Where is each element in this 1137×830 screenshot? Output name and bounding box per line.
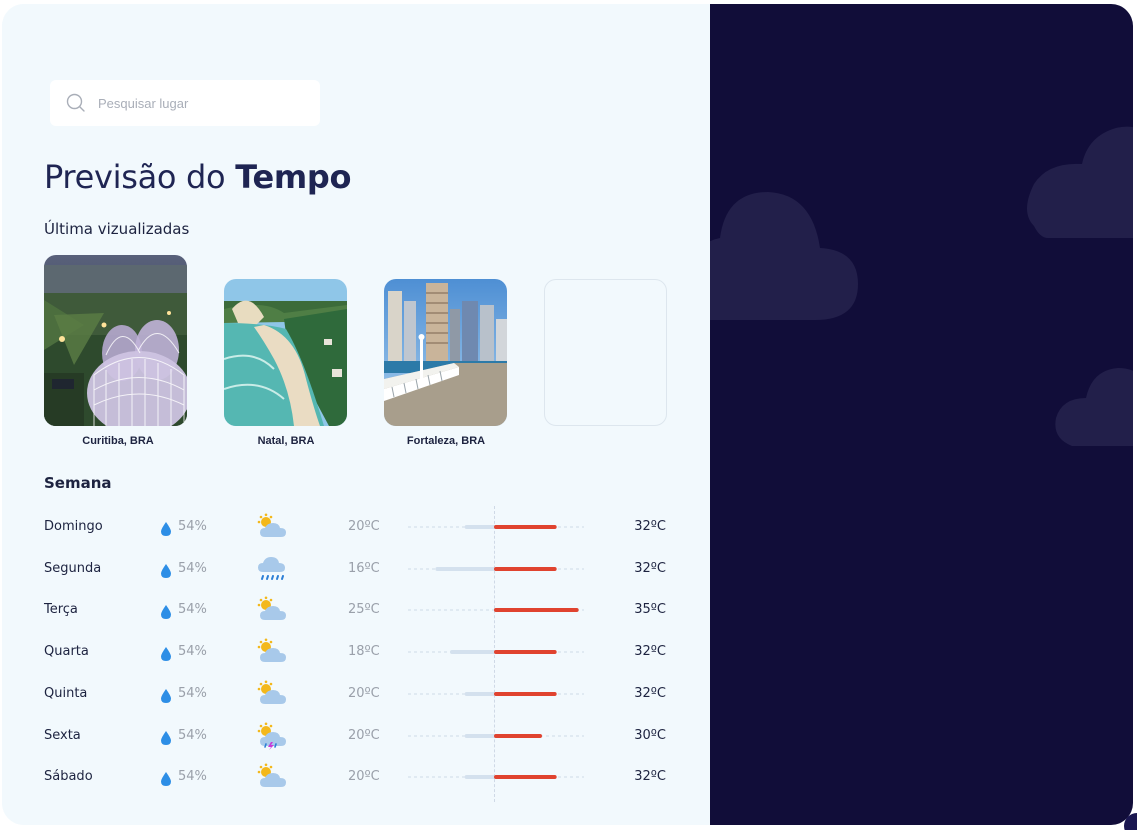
city-label-natal: Natal, BRA [257, 435, 315, 447]
rain-cloud-icon [258, 556, 285, 580]
min-temperature: 20ºC [348, 769, 380, 785]
city-label-fortaleza: Fortaleza, BRA [406, 435, 486, 447]
cloud-icon [1055, 368, 1133, 446]
fortaleza-photo [384, 279, 507, 426]
water-drop-icon [161, 522, 171, 536]
humidity-value: 54% [178, 769, 207, 785]
max-temperature: 32ºC [634, 519, 666, 534]
search-icon [66, 93, 85, 112]
sun-cloud-icon [257, 596, 286, 621]
page-title-prefix: Previsão do [44, 158, 236, 196]
city-card-fortaleza[interactable] [384, 279, 507, 426]
recent-heading: Última vizualizadas [44, 220, 190, 238]
page-title-bold: Tempo [235, 158, 352, 196]
humidity-value: 54% [178, 560, 207, 576]
day-name: Sexta [44, 727, 81, 743]
water-drop-icon [161, 688, 171, 703]
week-row: Quarta 54% 18ºC 32ºC [2, 632, 710, 674]
sky-panel [710, 4, 1133, 825]
sun-cloud-icon [257, 513, 286, 537]
temperature-range-bar [408, 691, 584, 696]
min-temperature: 20ºC [348, 727, 380, 743]
water-drop-icon [161, 647, 171, 662]
cloud-icon [710, 192, 858, 320]
min-temperature: 20ºC [348, 519, 380, 534]
curitiba-photo [44, 255, 187, 426]
min-temperature: 25ºC [348, 602, 380, 618]
temperature-range-bar [408, 566, 584, 571]
search-box[interactable] [50, 80, 320, 126]
humidity-value: 54% [178, 602, 207, 618]
week-row: Terça 54% 25ºC 35ºC [2, 590, 710, 632]
max-temperature: 32ºC [634, 644, 666, 660]
city-card-curitiba[interactable] [44, 255, 187, 426]
max-temperature: 32ºC [634, 769, 666, 785]
search-input[interactable] [98, 95, 298, 111]
sun-cloud-icon [257, 763, 286, 788]
temperature-range-bar [408, 525, 584, 529]
water-drop-icon [161, 605, 171, 620]
min-temperature: 20ºC [348, 685, 380, 701]
max-temperature: 30ºC [634, 727, 666, 743]
min-temperature: 16ºC [348, 560, 380, 576]
water-drop-icon [161, 730, 171, 745]
max-temperature: 35ºC [634, 602, 666, 618]
max-temperature: 32ºC [634, 560, 666, 576]
min-temperature: 18ºC [348, 644, 380, 660]
sun-cloud-icon [257, 680, 286, 704]
temperature-range-bar [408, 608, 584, 613]
natal-photo [224, 279, 347, 426]
day-name: Domingo [44, 519, 103, 534]
storm-sun-icon [257, 722, 286, 750]
temperature-range-bar [408, 733, 584, 738]
page-title: Previsão do Tempo [44, 158, 352, 196]
max-temperature: 32ºC [634, 685, 666, 701]
week-heading: Semana [44, 474, 112, 492]
water-drop-icon [161, 563, 171, 578]
week-row: Segunda 54% 16ºC 32ºC [2, 549, 710, 591]
day-name: Sábado [44, 769, 93, 785]
weather-panel: Previsão do Tempo Última vizualizadas [2, 4, 710, 825]
cloud-icon [1027, 126, 1133, 238]
week-row: Sexta 54% 20ºC 30ºC [2, 716, 710, 758]
day-name: Quarta [44, 644, 89, 660]
temperature-range-bar [408, 650, 584, 655]
day-name: Terça [44, 602, 78, 618]
week-row: Sábado 54% 20ºC 32ºC [2, 757, 710, 799]
city-card-natal[interactable] [224, 279, 347, 426]
humidity-value: 54% [178, 519, 207, 534]
week-row: Domingo 54% 20ºC 32ºC [2, 507, 710, 549]
water-drop-icon [161, 772, 171, 787]
temperature-range-bar [408, 775, 584, 780]
app-window: Previsão do Tempo Última vizualizadas [2, 4, 1133, 825]
week-row: Quinta 54% 20ºC 32ºC [2, 674, 710, 716]
day-name: Segunda [44, 560, 102, 576]
city-label-curitiba: Curitiba, BRA [82, 435, 154, 447]
empty-city-card[interactable] [544, 279, 667, 426]
sun-cloud-icon [257, 638, 286, 663]
humidity-value: 54% [178, 685, 207, 701]
humidity-value: 54% [178, 727, 207, 743]
day-name: Quinta [44, 685, 88, 701]
humidity-value: 54% [178, 644, 207, 660]
